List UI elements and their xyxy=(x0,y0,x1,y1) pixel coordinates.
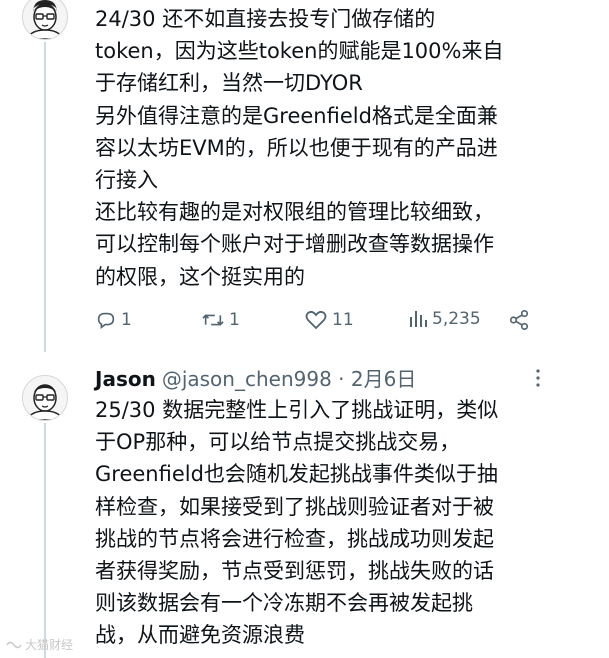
thread-connector-line xyxy=(44,42,46,352)
watermark: 大猫财经 xyxy=(6,636,73,653)
views-chart-icon xyxy=(410,311,427,327)
thread-connector-line xyxy=(44,423,46,658)
reply-icon xyxy=(97,312,115,329)
heart-icon xyxy=(305,310,327,330)
retweet-button[interactable]: 1 xyxy=(201,309,240,331)
avatar-glasses-man-icon xyxy=(23,0,67,39)
reply-count: 1 xyxy=(121,310,132,330)
share-button[interactable] xyxy=(508,309,530,331)
author-handle-date[interactable]: @jason_chen998 · 2月6日 xyxy=(162,363,417,392)
tweet-action-bar: 1 1 11 5,235 xyxy=(95,305,575,337)
like-button[interactable]: 11 xyxy=(304,309,354,331)
more-dots-icon xyxy=(536,369,540,387)
author-avatar[interactable] xyxy=(22,0,68,40)
watermark-text: 大猫财经 xyxy=(25,638,74,652)
retweet-icon xyxy=(202,314,224,326)
like-count: 11 xyxy=(332,310,354,330)
watermark-logo-icon xyxy=(6,641,22,648)
tweet-header: Jason @jason_chen998 · 2月6日 xyxy=(95,363,416,391)
tweet-text: 24/30 还不如直接去投专门做存储的 token，因为这些token的赋能是1… xyxy=(95,7,504,289)
avatar-glasses-man-icon xyxy=(23,376,67,420)
views-button[interactable]: 5,235 xyxy=(408,309,481,329)
share-icon xyxy=(509,310,529,330)
author-name[interactable]: Jason xyxy=(95,367,156,391)
more-options-button[interactable] xyxy=(528,368,548,388)
tweet-text: 25/30 数据完整性上引入了挑战证明，类似 于OP那种，可以给节点提交挑战交易… xyxy=(95,398,499,648)
author-avatar[interactable] xyxy=(22,375,68,421)
reply-button[interactable]: 1 xyxy=(95,309,132,331)
view-count: 5,235 xyxy=(432,309,481,329)
retweet-count: 1 xyxy=(229,310,240,330)
